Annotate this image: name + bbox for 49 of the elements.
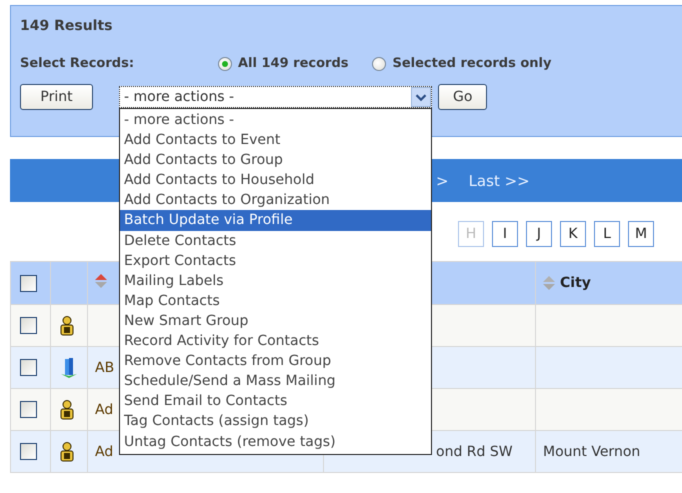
table-cell-text: Mount Vernon [542, 444, 640, 460]
letter-filter[interactable]: M [628, 221, 654, 247]
dropdown-option[interactable]: Add Contacts to Organization [120, 190, 431, 210]
table-cell-text: ond Rd SW [435, 444, 513, 460]
radio-button[interactable] [218, 56, 232, 70]
select-records-label: Select Records: [20, 56, 136, 71]
checkbox[interactable] [20, 443, 37, 460]
person-icon [60, 400, 74, 420]
dropdown-option[interactable]: Schedule/Send a Mass Mailing [120, 371, 431, 392]
checkbox[interactable] [20, 359, 37, 376]
dropdown-option[interactable]: Delete Contacts [120, 230, 431, 251]
letter-filter[interactable]: L [594, 221, 620, 247]
checkbox[interactable] [20, 274, 37, 292]
pager-link[interactable]: > [436, 172, 449, 190]
person-icon [60, 442, 74, 462]
dropdown-option[interactable]: Map Contacts [120, 290, 431, 311]
letter-filter[interactable]: I [492, 221, 518, 247]
results-title: 149 Results [20, 18, 114, 34]
actions-dropdown[interactable]: - more actions - [119, 86, 432, 108]
dropdown-option[interactable]: Send Email to Contacts [120, 391, 431, 412]
radio-label[interactable]: All 149 records [238, 56, 348, 71]
dropdown-option[interactable]: - more actions - [120, 110, 431, 130]
dropdown-option[interactable]: Add Contacts to Household [120, 170, 431, 190]
dropdown-option[interactable]: Remove Contacts from Group [120, 351, 431, 372]
contact-name-link[interactable]: AB [88, 360, 114, 376]
dropdown-option[interactable]: Tag Contacts (assign tags) [120, 411, 431, 432]
dropdown-option[interactable]: Mailing Labels [120, 270, 431, 291]
dropdown-option[interactable]: Add Contacts to Group [120, 150, 431, 170]
contact-name-link[interactable]: Ad [88, 444, 114, 460]
building-icon [60, 356, 78, 378]
pager-link[interactable]: Last >> [468, 172, 530, 190]
column-header[interactable]: City [560, 275, 591, 291]
go-button[interactable]: Go [438, 84, 488, 110]
print-button[interactable]: Print [20, 84, 93, 110]
checkbox[interactable] [20, 317, 37, 334]
person-icon [60, 316, 74, 336]
sort-icon[interactable] [94, 273, 108, 289]
dropdown-option[interactable]: Export Contacts [120, 250, 431, 271]
dropdown-option[interactable]: Add Contacts to Event [120, 130, 431, 150]
radio-button[interactable] [372, 56, 386, 70]
contact-name-link[interactable]: Ad [88, 402, 114, 418]
dropdown-option[interactable]: Untag Contacts (remove tags) [120, 432, 431, 452]
letter-filter[interactable]: J [526, 221, 552, 247]
checkbox[interactable] [20, 401, 37, 418]
radio-label[interactable]: Selected records only [392, 56, 552, 71]
letter-filter[interactable]: K [560, 221, 586, 247]
dropdown-option[interactable]: Batch Update via Profile [120, 210, 431, 231]
dropdown-option[interactable]: New Smart Group [120, 310, 431, 332]
dropdown-option[interactable]: Record Activity for Contacts [120, 331, 431, 352]
